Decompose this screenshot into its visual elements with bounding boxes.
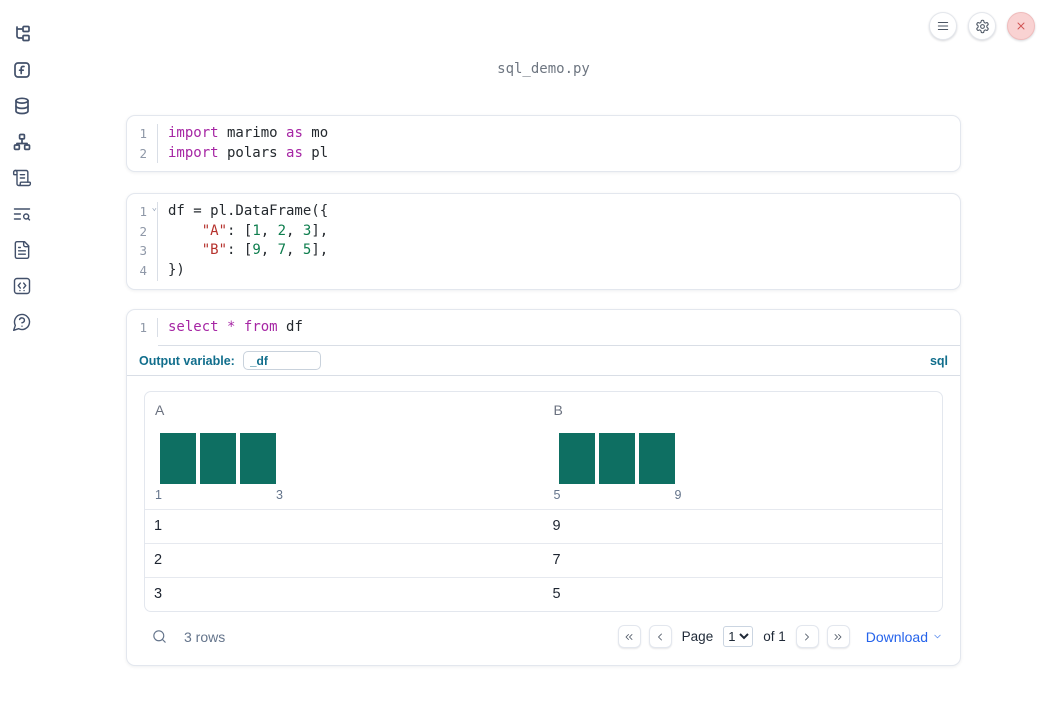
file-explorer-icon[interactable] xyxy=(4,16,40,52)
table-cell: 7 xyxy=(552,552,561,569)
table-cell: 1 xyxy=(154,518,163,535)
code-text: df = pl.DataFrame({ xyxy=(168,203,329,220)
output-variable-input[interactable] xyxy=(242,351,321,371)
table-body: 192735 xyxy=(145,509,942,611)
scratchpad-scroll-icon[interactable] xyxy=(4,160,40,196)
table-cell: 9 xyxy=(552,518,561,535)
column-histogram xyxy=(160,433,276,485)
chevron-right-icon xyxy=(805,633,810,641)
download-label: Download xyxy=(865,628,928,645)
table-footer: 3 rows Page 1 of 1 Download xyxy=(144,618,943,655)
code-line[interactable]: 1 ⌄ df = pl.DataFrame({ xyxy=(127,202,960,222)
download-button[interactable]: Download xyxy=(866,629,943,645)
code-line[interactable]: 3 "B": [9, 7, 5], xyxy=(127,241,960,261)
code-line[interactable]: 1 select * from df xyxy=(127,317,960,338)
column-header-b[interactable]: B 5 9 xyxy=(544,392,943,509)
helper-sidebar xyxy=(0,0,44,713)
pagination: Page 1 of 1 Download xyxy=(617,625,943,649)
histogram-bar[interactable] xyxy=(200,433,236,485)
column-histogram xyxy=(558,433,675,485)
line-number: 4 xyxy=(127,260,158,281)
line-number: 2 xyxy=(127,143,158,164)
histogram-axis-labels: 1 3 xyxy=(155,488,283,502)
histogram-axis-labels: 5 9 xyxy=(554,488,682,502)
row-count: 3 rows xyxy=(184,628,226,645)
column-name: A xyxy=(155,402,165,419)
snippets-icon[interactable] xyxy=(4,268,40,304)
code-line[interactable]: 2 "A": [1, 2, 3], xyxy=(127,221,960,242)
help-chat-icon[interactable] xyxy=(4,304,40,340)
output-variable-row: Output variable: sql xyxy=(127,346,960,377)
table-header: A 1 3 B 5 9 xyxy=(145,392,942,509)
table-row[interactable]: 27 xyxy=(145,543,942,577)
code-line[interactable]: 4}) xyxy=(127,260,960,281)
line-number: 1 ⌄ xyxy=(127,202,158,222)
language-badge: sql xyxy=(929,353,948,368)
code-cell-imports[interactable]: 1 import marimo as mo 2 import polars as pl xyxy=(126,115,961,173)
code-editor[interactable]: 1 ⌄ df = pl.DataFrame({2 "A": [1, 2, 3], 3 … xyxy=(127,194,960,288)
logs-search-icon[interactable] xyxy=(4,196,40,232)
table-cell: 2 xyxy=(154,552,163,569)
histogram-bar[interactable] xyxy=(638,433,675,485)
code-editor[interactable]: 1 import marimo as mo 2 import polars as pl xyxy=(127,116,960,171)
chevron-down-icon xyxy=(934,634,941,639)
histogram-bar[interactable] xyxy=(160,433,196,485)
table-cell: 3 xyxy=(154,586,163,603)
cell-output: A 1 3 B 5 9 1 9 2 7 3 5 3 rows Page 1 of… xyxy=(127,376,960,665)
histogram-bar[interactable] xyxy=(240,433,276,485)
chevrons-right-icon xyxy=(834,633,842,640)
notebook-filename: sql_demo.py xyxy=(497,61,590,77)
page-select[interactable]: 1 xyxy=(723,626,754,648)
first-page-button[interactable] xyxy=(617,625,641,649)
page-label: Page xyxy=(681,629,714,645)
table-row[interactable]: 35 xyxy=(145,577,942,611)
chevron-left-icon xyxy=(658,633,663,641)
next-page-button[interactable] xyxy=(795,625,819,649)
code-text: import polars as pl xyxy=(168,144,329,161)
line-number: 1 xyxy=(127,124,158,144)
code-line[interactable]: 2 import polars as pl xyxy=(127,143,960,164)
previous-page-button[interactable] xyxy=(648,625,672,649)
line-number: 2 xyxy=(127,221,158,242)
page-total-label: of 1 xyxy=(763,629,786,645)
line-number: 3 xyxy=(127,241,158,261)
code-text: "A": [1, 2, 3], xyxy=(201,222,329,239)
sql-cell[interactable]: 1 select * from df Output variable: sql A xyxy=(126,308,961,667)
histogram-bar[interactable] xyxy=(558,433,595,485)
code-text: select * from df xyxy=(168,318,303,335)
output-variable-label: Output variable: xyxy=(139,353,235,368)
code-text: }) xyxy=(168,261,185,278)
search-button[interactable] xyxy=(151,628,168,645)
datasources-icon[interactable] xyxy=(4,88,40,124)
code-line[interactable]: 1 import marimo as mo xyxy=(127,124,960,144)
sql-editor[interactable]: 1 select * from df xyxy=(127,310,960,346)
last-page-button[interactable] xyxy=(826,625,850,649)
table-row[interactable]: 19 xyxy=(145,509,942,543)
chevrons-left-icon xyxy=(625,633,633,640)
column-header-a[interactable]: A 1 3 xyxy=(145,392,544,509)
column-name: B xyxy=(553,402,563,419)
histogram-bar[interactable] xyxy=(598,433,635,485)
table-cell: 5 xyxy=(552,586,561,603)
documentation-icon[interactable] xyxy=(4,232,40,268)
line-number: 1 xyxy=(127,317,158,338)
dataframe-table: A 1 3 B 5 9 1 9 2 7 3 5 xyxy=(144,391,943,613)
code-text: import marimo as mo xyxy=(168,125,329,141)
notebook-main: sql_demo.py 1 import marimo as mo 2 import … xyxy=(44,0,1043,713)
search-icon xyxy=(153,630,166,643)
histogram-min-label: 5 xyxy=(553,488,561,503)
code-text: "B": [9, 7, 5], xyxy=(201,242,329,259)
dependency-graph-icon[interactable] xyxy=(4,124,40,160)
histogram-min-label: 1 xyxy=(155,488,162,503)
variables-icon[interactable] xyxy=(4,52,40,88)
fold-chevron-icon[interactable]: ⌄ xyxy=(152,204,157,213)
code-cell-dataframe[interactable]: 1 ⌄ df = pl.DataFrame({2 "A": [1, 2, 3], 3 … xyxy=(126,193,961,290)
histogram-max-label: 3 xyxy=(276,488,283,503)
histogram-max-label: 9 xyxy=(674,488,682,503)
